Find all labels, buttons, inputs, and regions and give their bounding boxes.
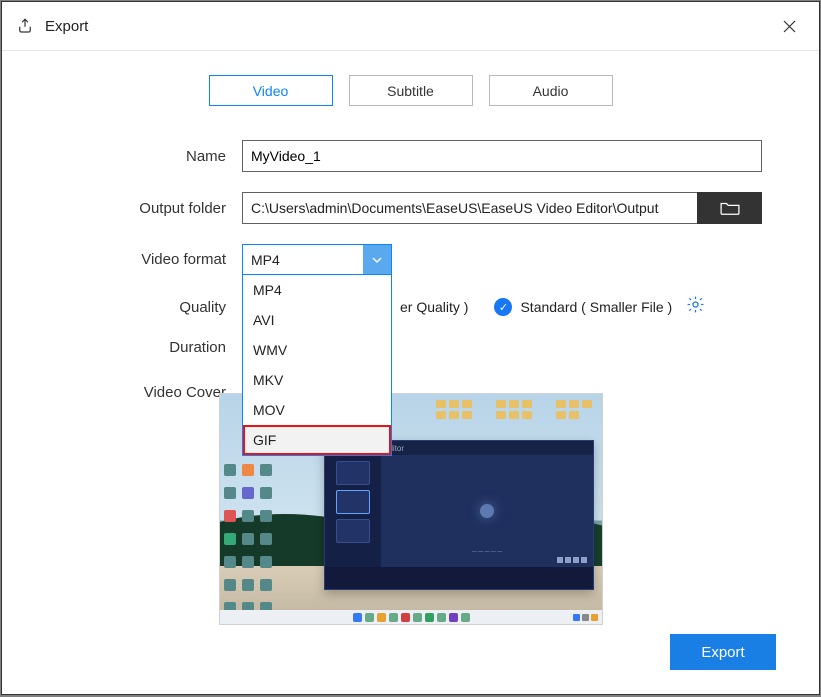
format-option-gif[interactable]: GIF [243,425,391,455]
label-name: Name [42,148,242,165]
label-quality: Quality [42,299,242,316]
radio-checked-icon: ✓ [494,298,512,316]
export-icon [15,16,35,36]
quality-option-high[interactable]: er Quality ) [392,299,468,315]
preview-app-canvas: — — — — — [381,455,593,567]
label-video-format: Video format [42,251,242,268]
tab-video[interactable]: Video [209,75,333,106]
tab-label: Subtitle [387,83,434,99]
format-option-avi[interactable]: AVI [243,305,391,335]
row-output-folder: Output folder [42,192,779,224]
tab-label: Video [253,83,289,99]
label-output-folder: Output folder [42,200,242,217]
chevron-down-icon [363,245,391,274]
label-video-cover: Video Cover [42,384,242,401]
row-quality: Quality er Quality ) ✓ Standard ( Smalle… [42,295,779,319]
preview-taskbar [220,610,602,624]
quality-standard-label: Standard ( Smaller File ) [520,299,672,315]
video-format-options: MP4 AVI WMV MKV MOV GIF [242,275,392,456]
preview-app-timeline [325,567,593,589]
preview-desktop-folders [436,400,592,419]
tab-label: Audio [533,83,569,99]
tab-audio[interactable]: Audio [489,75,613,106]
window-title: Export [45,18,88,35]
format-option-wmv[interactable]: WMV [243,335,391,365]
label-duration: Duration [42,339,242,356]
folder-icon [719,200,741,216]
export-dialog: Export Video Subtitle Audio Name [1,1,820,695]
tab-bar: Video Subtitle Audio [42,75,779,106]
browse-folder-button[interactable] [697,192,762,224]
titlebar: Export [2,2,819,51]
tab-subtitle[interactable]: Subtitle [349,75,473,106]
format-option-mp4[interactable]: MP4 [243,275,391,305]
quality-option-standard[interactable]: ✓ Standard ( Smaller File ) [494,298,672,316]
preview-desktop-icons [224,464,272,614]
dropdown-selected: MP4 [251,252,280,268]
content-area: Video Subtitle Audio Name Output folder [2,51,819,694]
quality-settings-button[interactable] [686,295,705,319]
output-folder-input[interactable] [242,192,697,224]
gear-icon [686,295,705,314]
export-button[interactable]: Export [670,634,776,670]
row-name: Name [42,140,779,172]
quality-high-label: er Quality ) [400,299,468,315]
name-input[interactable] [242,140,762,172]
preview-app-window: EaseUS Video Editor — — — — — [324,440,594,590]
video-format-dropdown[interactable]: MP4 MP4 AVI WMV MKV MOV GIF [242,244,392,275]
close-button[interactable] [777,14,801,38]
preview-app-sidebar [325,455,381,567]
format-option-mov[interactable]: MOV [243,395,391,425]
format-option-mkv[interactable]: MKV [243,365,391,395]
row-video-format: Video format MP4 MP4 AVI WMV MKV MOV GIF [42,244,779,275]
preview-app-controls [557,557,587,563]
